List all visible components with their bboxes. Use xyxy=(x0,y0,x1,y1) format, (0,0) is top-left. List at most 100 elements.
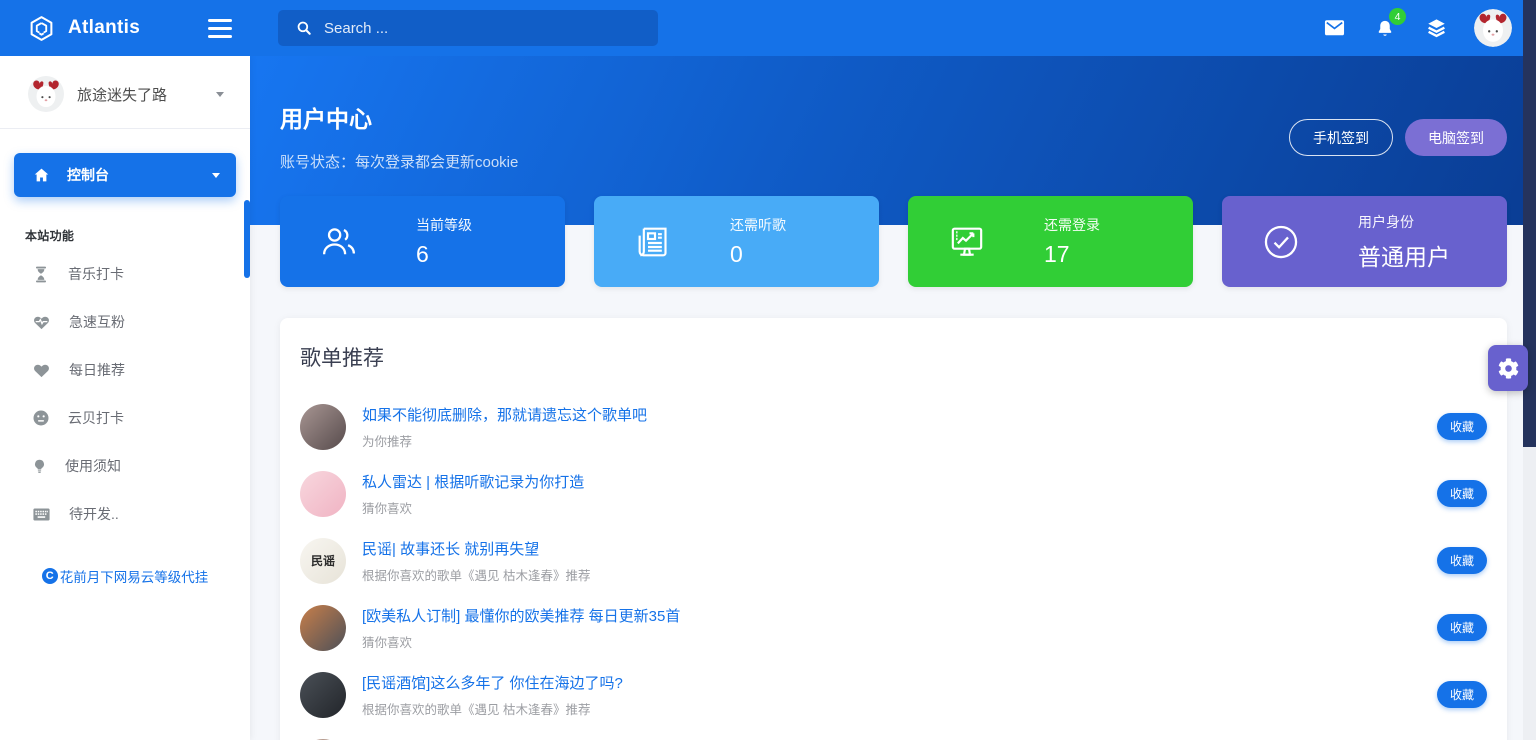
sidebar-toggle-button[interactable] xyxy=(208,19,232,38)
page-subtitle: 账号状态：每次登录都会更新cookie xyxy=(280,151,518,172)
sidebar-item-daily-recommend[interactable]: 每日推荐 xyxy=(0,346,250,394)
sidebar-item-label: 控制台 xyxy=(67,165,109,185)
phone-signin-button[interactable]: 手机签到 xyxy=(1289,119,1393,156)
main-content: 用户中心 账号状态：每次登录都会更新cookie 手机签到 电脑签到 当前等级 … xyxy=(250,56,1536,740)
stat-card-user-role: 用户身份 普通用户 xyxy=(1222,196,1507,287)
playlist-subtitle: 猜你喜欢 xyxy=(362,498,584,517)
meh-icon xyxy=(31,408,51,428)
sidebar-section-label: 本站功能 xyxy=(25,227,250,244)
sidebar-item-label: 云贝打卡 xyxy=(68,408,124,428)
playlist-subtitle: 猜你喜欢 xyxy=(362,632,680,651)
hourglass-icon xyxy=(31,264,51,285)
playlist-title-link[interactable]: [民谣酒馆]这么多年了 你住在海边了吗? xyxy=(362,672,623,693)
playlist-title-link[interactable]: 如果不能彻底删除，那就请遗忘这个歌单吧 xyxy=(362,404,647,425)
sidebar-scrollbar-thumb[interactable] xyxy=(244,200,250,278)
playlist-row: 如果不能彻底删除，那就请遗忘这个歌单吧 为你推荐 收藏 xyxy=(300,393,1487,460)
quick-actions-button[interactable] xyxy=(1423,15,1449,41)
playlist-subtitle: 根据你喜欢的歌单《遇见 枯木逢春》推荐 xyxy=(362,565,590,584)
keyboard-icon xyxy=(31,506,52,523)
theme-settings-button[interactable] xyxy=(1488,345,1528,391)
stat-value: 普通用户 xyxy=(1358,238,1450,272)
playlist-row: 私人雷达 | 根据听歌记录为你打造 猜你喜欢 收藏 xyxy=(300,460,1487,527)
chevron-down-icon xyxy=(212,173,220,178)
layers-icon xyxy=(1425,17,1448,39)
sidebar-item-label: 急速互粉 xyxy=(69,312,125,332)
sidebar-item-label: 每日推荐 xyxy=(69,360,125,380)
pc-signin-button[interactable]: 电脑签到 xyxy=(1405,119,1507,156)
playlist-cover xyxy=(300,672,346,718)
stats-row: 当前等级 6 还需听歌 0 xyxy=(280,196,1507,287)
messages-button[interactable] xyxy=(1321,15,1347,41)
page-title: 用户中心 xyxy=(280,100,518,134)
newspaper-icon xyxy=(628,222,678,262)
heartbeat-icon xyxy=(31,312,52,332)
envelope-icon xyxy=(1323,18,1346,38)
moose-avatar xyxy=(1474,9,1512,47)
playlist-row: 民谣 民谣| 故事还长 就别再失望 根据你喜欢的歌单《遇见 枯木逢春》推荐 收藏 xyxy=(300,527,1487,594)
stat-card-level: 当前等级 6 xyxy=(280,196,565,287)
brand-name: Atlantis xyxy=(68,17,140,39)
favorite-button[interactable]: 收藏 xyxy=(1437,547,1487,574)
chevron-down-icon xyxy=(216,92,224,97)
search-icon xyxy=(295,19,313,37)
sidebar-item-in-development[interactable]: 待开发.. xyxy=(0,490,250,538)
sidebar-item-label: 音乐打卡 xyxy=(68,264,124,284)
user-avatar-button[interactable] xyxy=(1474,9,1512,47)
promo-link[interactable]: C 花前月下网易云等级代挂 xyxy=(0,566,250,586)
search-input[interactable] xyxy=(324,20,646,37)
notification-badge: 4 xyxy=(1389,8,1406,25)
sidebar-item-mutual-follow[interactable]: 急速互粉 xyxy=(0,298,250,346)
sidebar-user-name: 旅途迷失了路 xyxy=(77,84,167,105)
sidebar-user[interactable]: 旅途迷失了路 xyxy=(0,56,250,128)
stat-value: 0 xyxy=(730,241,786,268)
notifications-button[interactable]: 4 xyxy=(1372,15,1398,41)
stat-label: 当前等级 xyxy=(416,215,472,235)
check-circle-icon xyxy=(1256,221,1306,263)
sidebar-divider xyxy=(0,128,250,129)
playlist-title-link[interactable]: 私人雷达 | 根据听歌记录为你打造 xyxy=(362,471,584,492)
sidebar-item-dashboard[interactable]: 控制台 xyxy=(14,153,236,197)
stat-label: 还需听歌 xyxy=(730,215,786,235)
playlist-cover: 民谣 xyxy=(300,538,346,584)
playlist-subtitle: 为你推荐 xyxy=(362,431,647,450)
atlantis-logo-icon xyxy=(28,15,55,42)
stat-value: 6 xyxy=(416,241,472,268)
sidebar-item-label: 使用须知 xyxy=(65,456,121,476)
playlist-row: [民谣酒馆]这么多年了 你住在海边了吗? 根据你喜欢的歌单《遇见 枯木逢春》推荐… xyxy=(300,661,1487,728)
playlist-row: 【华语集】好听到可以单曲循环·治愈 收藏 xyxy=(300,728,1487,740)
playlist-card-title: 歌单推荐 xyxy=(300,342,1487,372)
favorite-button[interactable]: 收藏 xyxy=(1437,614,1487,641)
playlist-title-link[interactable]: 民谣| 故事还长 就别再失望 xyxy=(362,538,590,559)
sidebar-item-yunbei-checkin[interactable]: 云贝打卡 xyxy=(0,394,250,442)
lightbulb-icon xyxy=(31,456,48,477)
playlist-card: 歌单推荐 如果不能彻底删除，那就请遗忘这个歌单吧 为你推荐 收藏 私人雷达 | … xyxy=(280,318,1507,740)
favorite-button[interactable]: 收藏 xyxy=(1437,413,1487,440)
playlist-cover xyxy=(300,404,346,450)
sidebar: 旅途迷失了路 控制台 本站功能 音乐打卡 急速互粉 xyxy=(0,56,250,740)
playlist-row: [欧美私人订制] 最懂你的欧美推荐 每日更新35首 猜你喜欢 收藏 xyxy=(300,594,1487,661)
stat-label: 还需登录 xyxy=(1044,215,1100,235)
promo-link-label: 花前月下网易云等级代挂 xyxy=(60,566,209,586)
stat-card-logins-left: 还需登录 17 xyxy=(908,196,1193,287)
sidebar-menu: 音乐打卡 急速互粉 每日推荐 云贝打卡 xyxy=(0,250,250,538)
sidebar-user-avatar xyxy=(28,76,64,112)
sidebar-item-label: 待开发.. xyxy=(69,504,119,524)
stat-value: 17 xyxy=(1044,241,1100,268)
playlist-subtitle: 根据你喜欢的歌单《遇见 枯木逢春》推荐 xyxy=(362,699,623,718)
users-icon xyxy=(314,221,364,263)
favorite-button[interactable]: 收藏 xyxy=(1437,681,1487,708)
topbar-actions: 4 xyxy=(1321,9,1512,47)
sidebar-item-usage-notes[interactable]: 使用须知 xyxy=(0,442,250,490)
sidebar-item-music-checkin[interactable]: 音乐打卡 xyxy=(0,250,250,298)
favorite-button[interactable]: 收藏 xyxy=(1437,480,1487,507)
heart-icon xyxy=(31,360,52,380)
topbar: 4 xyxy=(250,0,1536,56)
search-box xyxy=(278,10,658,46)
home-icon xyxy=(32,166,51,184)
stat-card-songs-left: 还需听歌 0 xyxy=(594,196,879,287)
copyright-icon: C xyxy=(42,568,58,584)
gear-icon xyxy=(1498,358,1519,379)
playlist-title-link[interactable]: [欧美私人订制] 最懂你的欧美推荐 每日更新35首 xyxy=(362,605,680,626)
brand: Atlantis xyxy=(28,15,140,42)
stat-label: 用户身份 xyxy=(1358,212,1450,232)
